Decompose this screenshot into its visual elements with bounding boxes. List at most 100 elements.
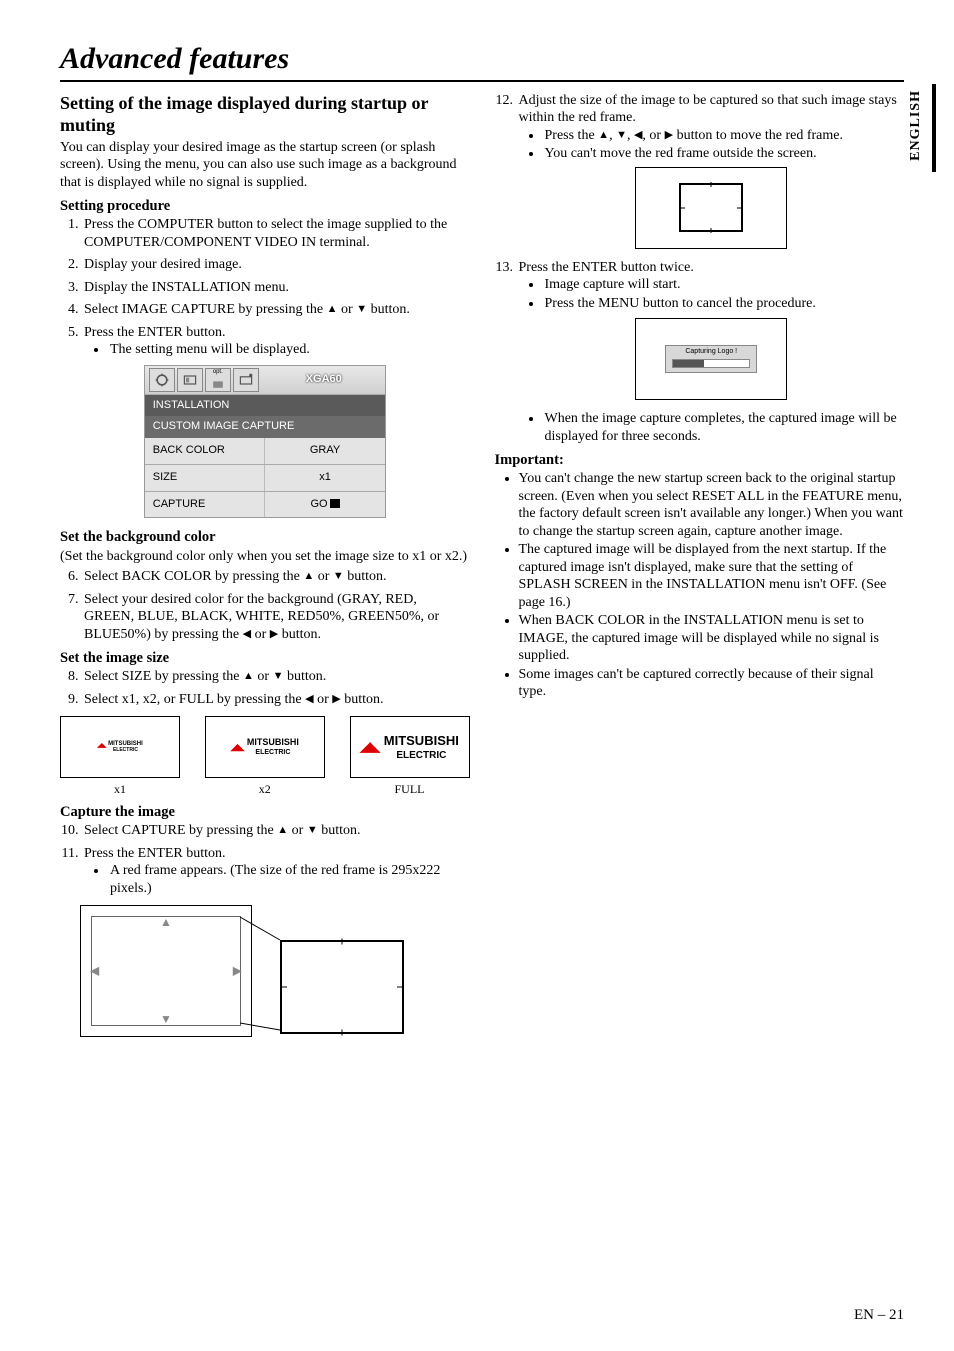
step-11-bullet: A red frame appears. (The size of the re… — [108, 862, 470, 897]
menu-capture-value: GO — [265, 492, 385, 518]
step-10: Select CAPTURE by pressing the ▲ or ▼ bu… — [82, 822, 470, 840]
step-7: Select your desired color for the backgr… — [82, 591, 470, 644]
step-7-text-b: or — [251, 627, 270, 642]
mitsubishi-logo-icon: ◢◣ — [97, 743, 106, 751]
page-number: EN – 21 — [854, 1306, 904, 1325]
down-triangle-icon: ▼ — [333, 570, 344, 584]
brand-sub-text: ELECTRIC — [396, 750, 446, 761]
important-4: Some images can't be captured correctly … — [519, 666, 905, 701]
tiny-frame — [679, 183, 743, 232]
step-4-text-b: or — [338, 302, 357, 317]
brand-sub-text: ELECTRIC — [113, 747, 138, 753]
intro-paragraph: You can display your desired image as th… — [60, 139, 470, 192]
step-9: Select x1, x2, or FULL by pressing the ◀… — [82, 691, 470, 709]
background-color-note: (Set the background color only when you … — [60, 548, 470, 566]
important-heading: Important: — [495, 451, 905, 469]
step-6-text-c: button. — [344, 569, 387, 584]
brand-text: MITSUBISHI — [247, 737, 299, 747]
step-5-bullet: The setting menu will be displayed. — [108, 341, 470, 359]
right-triangle-icon: ▶ — [665, 129, 673, 143]
image-size-heading: Set the image size — [60, 649, 470, 667]
x1-label: x1 — [60, 782, 180, 797]
step-8-text-a: Select SIZE by pressing the — [84, 669, 243, 684]
step-8-text-b: or — [254, 669, 273, 684]
progress-bar — [672, 359, 750, 368]
left-column: Setting of the image displayed during st… — [60, 92, 470, 1066]
brand-text: MITSUBISHI — [384, 733, 459, 748]
step-2: Display your desired image. — [82, 256, 470, 274]
menu-size-value: x1 — [265, 465, 385, 491]
down-triangle-icon: ▼ — [616, 129, 627, 143]
s12b1-a: Press the — [545, 128, 599, 143]
up-triangle-icon: ▲ — [303, 570, 314, 584]
language-label: ENGLISH — [907, 90, 925, 161]
left-triangle-icon: ◀ — [305, 693, 313, 707]
step-4: Select IMAGE CAPTURE by pressing the ▲ o… — [82, 301, 470, 319]
menu-installation-row: INSTALLATION — [145, 395, 385, 417]
step-6: Select BACK COLOR by pressing the ▲ or ▼… — [82, 568, 470, 586]
step-10-text-a: Select CAPTURE by pressing the — [84, 823, 277, 838]
step-13: Press the ENTER button twice. Image capt… — [517, 259, 905, 446]
size-x1-box: ◢◣ MITSUBISHIELECTRIC x1 — [60, 716, 180, 797]
step-4-text-c: button. — [367, 302, 410, 317]
enter-icon — [330, 499, 340, 508]
up-triangle-icon: ▲ — [598, 129, 609, 143]
step-12-bullet-1: Press the ▲, ▼, ◀, or ▶ button to move t… — [543, 127, 905, 145]
setting-procedure-heading: Setting procedure — [60, 197, 470, 215]
step-11-text: Press the ENTER button. — [84, 846, 226, 861]
right-triangle-icon: ▶ — [270, 628, 278, 642]
menu-back-color-label: BACK COLOR — [145, 438, 266, 464]
up-triangle-icon: ▲ — [327, 303, 338, 317]
step-3: Display the INSTALLATION menu. — [82, 279, 470, 297]
important-1: You can't change the new startup screen … — [519, 470, 905, 540]
menu-size-label: SIZE — [145, 465, 266, 491]
s12b1-e: button to move the red frame. — [673, 128, 843, 143]
full-label: FULL — [350, 782, 470, 797]
capture-progress-figure: Capturing Logo ! — [635, 318, 787, 400]
important-2: The captured image will be displayed fro… — [519, 541, 905, 611]
step-10-text-c: button. — [318, 823, 361, 838]
capturing-label: Capturing Logo ! — [666, 348, 756, 357]
s12b1-c: , — [627, 128, 634, 143]
step-5: Press the ENTER button. The setting menu… — [82, 324, 470, 359]
step-13-text: Press the ENTER button twice. — [519, 260, 694, 275]
left-triangle-icon: ◀ — [243, 628, 251, 642]
step-9-text-c: button. — [341, 692, 384, 707]
progress-fill — [673, 360, 703, 367]
mitsubishi-logo-icon: ◢◣ — [231, 742, 245, 753]
step-6-text-a: Select BACK COLOR by pressing the — [84, 569, 303, 584]
x2-label: x2 — [205, 782, 325, 797]
size-full-box: ◢◣ MITSUBISHIELECTRIC FULL — [350, 716, 470, 797]
step-12-bullet-2: You can't move the red frame outside the… — [543, 145, 905, 163]
step-12: Adjust the size of the image to be captu… — [517, 92, 905, 249]
important-3: When BACK COLOR in the INSTALLATION menu… — [519, 612, 905, 665]
red-frame-small-figure — [635, 167, 787, 249]
step-9-text-b: or — [314, 692, 333, 707]
up-triangle-icon: ▲ — [277, 824, 288, 838]
down-triangle-icon: ▼ — [273, 670, 284, 684]
step-7-text-c: button. — [278, 627, 321, 642]
page-title: Advanced features — [60, 40, 904, 82]
zoom-lines — [80, 905, 410, 1065]
step-1: Press the COMPUTER button to select the … — [82, 216, 470, 251]
red-frame-figure: ▲ ▼ ◀ ▶ — [80, 905, 410, 1065]
capture-image-heading: Capture the image — [60, 803, 470, 821]
step-12-text: Adjust the size of the image to be captu… — [519, 93, 897, 126]
background-color-heading: Set the background color — [60, 528, 470, 546]
down-triangle-icon: ▼ — [356, 303, 367, 317]
step-13-bullet-2: Press the MENU button to cancel the proc… — [543, 295, 905, 313]
menu-capture-label: CAPTURE — [145, 492, 266, 518]
menu-custom-capture-row: CUSTOM IMAGE CAPTURE — [145, 416, 385, 438]
step-5-text: Press the ENTER button. — [84, 325, 226, 340]
menu-tab-icon-4 — [233, 368, 259, 392]
size-examples-figure: ◢◣ MITSUBISHIELECTRIC x1 ◢◣ MITSUBISHIEL… — [60, 716, 470, 797]
right-column: Adjust the size of the image to be captu… — [495, 92, 905, 1066]
size-x2-box: ◢◣ MITSUBISHI ELECTRIC x2 — [205, 716, 325, 797]
opt-label: opt. — [213, 369, 223, 377]
step-13-bullet-1: Image capture will start. — [543, 276, 905, 294]
step-13-bullet-3: When the image capture completes, the ca… — [543, 410, 905, 445]
down-triangle-icon: ▼ — [307, 824, 318, 838]
s12b1-d: , or — [642, 128, 664, 143]
brand-sub-text: ELECTRIC — [255, 749, 290, 756]
up-triangle-icon: ▲ — [243, 670, 254, 684]
